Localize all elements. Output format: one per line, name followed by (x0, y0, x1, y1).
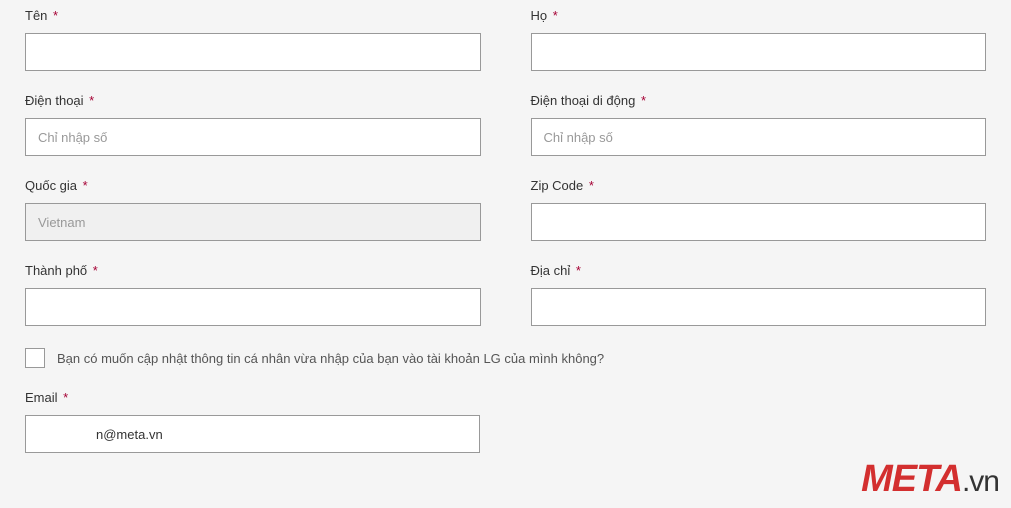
phone-label: Điện thoại * (25, 93, 481, 108)
country-label: Quốc gia * (25, 178, 481, 193)
required-mark: * (589, 178, 594, 193)
country-group: Quốc gia * (25, 178, 481, 241)
city-label: Thành phố * (25, 263, 481, 278)
last-name-group: Họ * (531, 8, 987, 71)
first-name-group: Tên * (25, 8, 481, 71)
address-group: Địa chỉ * (531, 263, 987, 326)
zipcode-group: Zip Code * (531, 178, 987, 241)
address-label: Địa chỉ * (531, 263, 987, 278)
first-name-input[interactable] (25, 33, 481, 71)
mobile-input[interactable] (531, 118, 987, 156)
phone-group: Điện thoại * (25, 93, 481, 156)
required-mark: * (89, 93, 94, 108)
update-checkbox[interactable] (25, 348, 45, 368)
email-label: Email * (25, 390, 480, 405)
last-name-input[interactable] (531, 33, 987, 71)
address-input[interactable] (531, 288, 987, 326)
email-group: Email * (25, 390, 480, 453)
required-mark: * (83, 178, 88, 193)
required-mark: * (553, 8, 558, 23)
country-input (25, 203, 481, 241)
phone-input[interactable] (25, 118, 481, 156)
required-mark: * (641, 93, 646, 108)
email-input[interactable] (25, 415, 480, 453)
first-name-label: Tên * (25, 8, 481, 23)
update-checkbox-row: Bạn có muốn cập nhật thông tin cá nhân v… (25, 348, 986, 368)
meta-vn-logo: META.vn (861, 460, 999, 498)
zipcode-input[interactable] (531, 203, 987, 241)
last-name-label: Họ * (531, 8, 987, 23)
required-mark: * (53, 8, 58, 23)
required-mark: * (63, 390, 68, 405)
required-mark: * (576, 263, 581, 278)
required-mark: * (93, 263, 98, 278)
mobile-label: Điện thoại di động * (531, 93, 987, 108)
city-input[interactable] (25, 288, 481, 326)
city-group: Thành phố * (25, 263, 481, 326)
update-checkbox-label: Bạn có muốn cập nhật thông tin cá nhân v… (57, 351, 604, 366)
mobile-group: Điện thoại di động * (531, 93, 987, 156)
zipcode-label: Zip Code * (531, 178, 987, 193)
